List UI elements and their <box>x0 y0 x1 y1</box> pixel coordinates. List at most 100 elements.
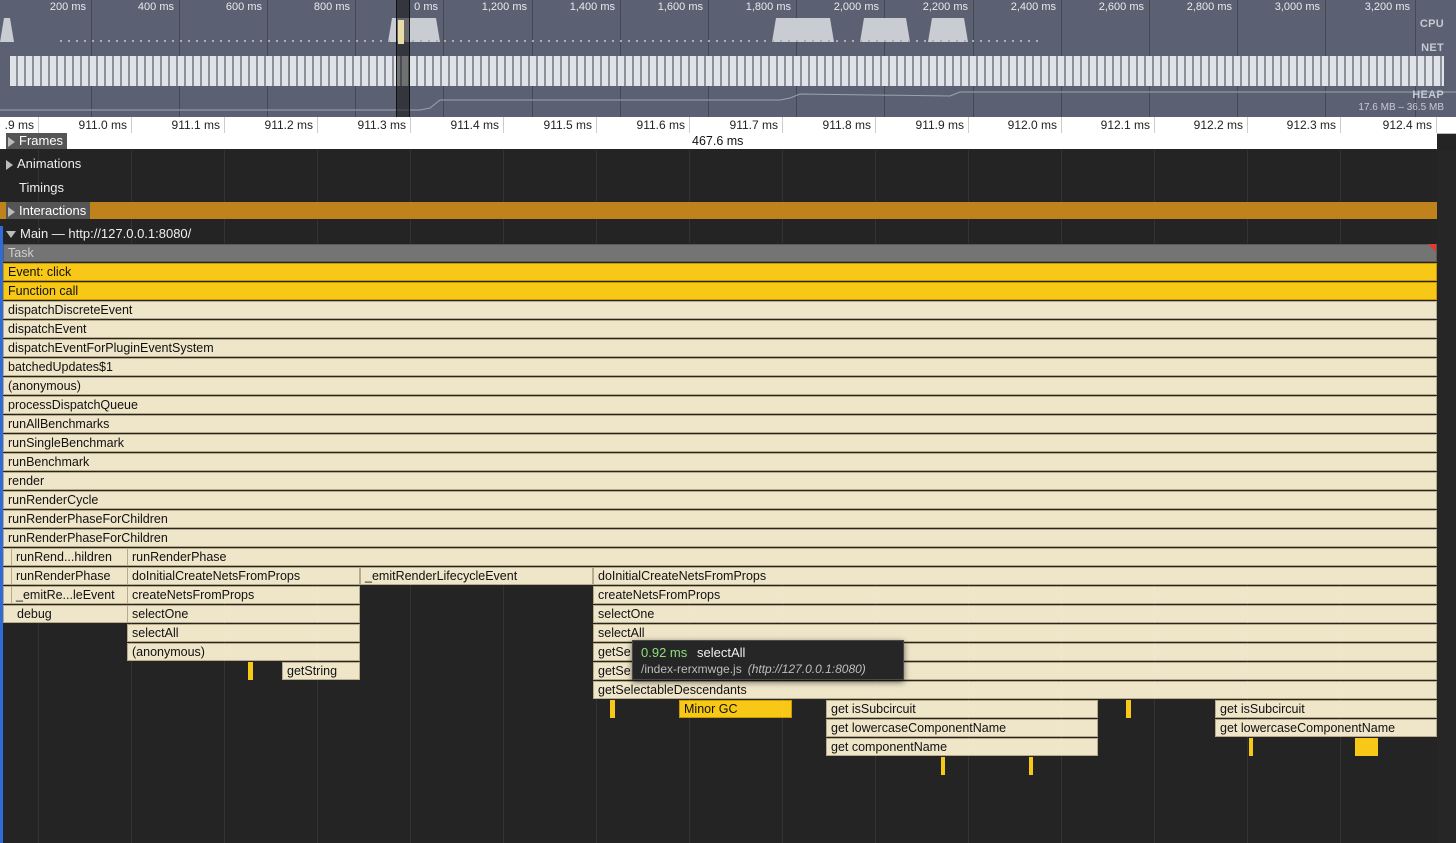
stack-frame[interactable]: getSelectableDescendants <box>593 681 1437 699</box>
stack-frame[interactable]: render <box>3 472 1437 490</box>
collapse-triangle-icon <box>6 231 16 239</box>
stack-frame[interactable]: dispatchDiscreteEvent <box>3 301 1437 319</box>
stack-frame[interactable]: get lowercaseComponentName <box>1215 719 1437 737</box>
stack-frame[interactable]: doInitialCreateNetsFromProps <box>593 567 1437 585</box>
stack-frame[interactable]: dispatchEvent <box>3 320 1437 338</box>
ruler-time-label: 912.4 ms <box>1382 118 1432 132</box>
network-strip <box>10 56 1444 86</box>
stack-frame[interactable]: debug <box>3 605 128 623</box>
stack-frame[interactable]: getString <box>282 662 360 680</box>
flame-gridline <box>410 585 411 843</box>
ruler-time-label: 911.0 ms <box>78 118 127 132</box>
interactions-toggle[interactable]: Interactions <box>6 202 91 219</box>
stack-frame[interactable]: selectOne <box>127 605 360 623</box>
stack-frame[interactable]: get isSubcircuit <box>826 700 1098 718</box>
animations-label: Animations <box>17 156 82 171</box>
frames-track[interactable]: Frames 467.6 ms <box>0 133 1437 149</box>
stack-frame[interactable]: get componentName <box>826 738 1098 756</box>
expand-triangle-icon <box>6 159 13 170</box>
track-gridline <box>968 150 969 243</box>
stack-frame[interactable]: runSingleBenchmark <box>3 434 1437 452</box>
stack-frame[interactable]: runRenderPhase <box>11 567 128 585</box>
stack-frame[interactable]: _emitRe...leEvent <box>11 586 128 604</box>
stack-frame[interactable]: (anonymous) <box>3 377 1437 395</box>
stack-frame[interactable]: selectAll <box>127 624 360 642</box>
selection-highlight <box>398 20 404 44</box>
ruler-tick <box>782 117 783 133</box>
function-call-block[interactable]: Function call <box>3 282 1437 300</box>
ruler-time-label: 911.9 ms <box>915 118 964 132</box>
track-gridline <box>503 150 504 243</box>
long-task-flag-icon <box>1428 244 1436 252</box>
small-event-block[interactable] <box>1126 700 1131 718</box>
cpu-graph <box>0 18 1040 42</box>
stack-frame[interactable]: doInitialCreateNetsFromProps <box>127 567 360 585</box>
task-block[interactable]: Task <box>3 244 1437 262</box>
stack-frame[interactable]: runRenderPhaseForChildren <box>3 510 1437 528</box>
main-thread-label: Main — http://127.0.0.1:8080/ <box>20 226 192 241</box>
small-event-block[interactable] <box>248 662 253 680</box>
stack-frame[interactable]: batchedUpdates$1 <box>3 358 1437 376</box>
ruler-tick <box>968 117 969 133</box>
ruler-time-label: 912.3 ms <box>1286 118 1336 132</box>
ruler-time-label: 911.3 ms <box>357 118 406 132</box>
flame-gridline <box>38 585 39 843</box>
ruler-tick <box>596 117 597 133</box>
time-ruler[interactable]: .9 ms 911.0 ms 911.1 ms 911.2 ms 911.3 ms 911… <box>0 117 1456 134</box>
stack-frame[interactable]: runRend...hildren <box>11 548 128 566</box>
flame-gridline <box>689 585 690 843</box>
net-lane-label: NET <box>1421 42 1444 54</box>
event-click-block[interactable]: Event: click <box>3 263 1437 281</box>
ruler-time-label: 911.2 ms <box>264 118 313 132</box>
flame-gridline <box>317 585 318 843</box>
stack-frame[interactable]: processDispatchQueue <box>3 396 1437 414</box>
tooltip-url: (http://127.0.0.1:8080) <box>747 662 866 676</box>
ruler-tick <box>1436 117 1437 133</box>
flame-gridline <box>131 585 132 843</box>
frames-track-toggle[interactable]: Frames <box>6 133 68 149</box>
main-thread-track[interactable]: Main — http://127.0.0.1:8080/ <box>6 226 191 241</box>
stack-frame[interactable]: runRenderCycle <box>3 491 1437 509</box>
stack-frame[interactable]: selectOne <box>593 605 1437 623</box>
ruler-tick <box>410 117 411 133</box>
vertical-scrollbar[interactable] <box>1437 150 1456 843</box>
stack-frame[interactable]: runRenderPhase <box>127 548 1437 566</box>
ruler-time-label: 911.7 ms <box>729 118 778 132</box>
stack-frame[interactable]: runRenderPhaseForChildren <box>3 529 1437 547</box>
stack-frame[interactable]: createNetsFromProps <box>593 586 1437 604</box>
heap-graph <box>0 91 1456 111</box>
cpu-lane-label: CPU <box>1419 18 1444 30</box>
stack-frame[interactable]: dispatchEventForPluginEventSystem <box>3 339 1437 357</box>
animations-track[interactable]: Animations <box>6 156 81 171</box>
small-event-block[interactable] <box>1355 738 1378 756</box>
stack-frame[interactable]: get isSubcircuit <box>1215 700 1437 718</box>
ruler-time-label: 911.1 ms <box>171 118 220 132</box>
small-event-block[interactable] <box>1029 757 1033 775</box>
stack-frame[interactable]: (anonymous) <box>127 643 360 661</box>
stack-frame[interactable]: runAllBenchmarks <box>3 415 1437 433</box>
stack-frame[interactable]: get lowercaseComponentName <box>826 719 1098 737</box>
stack-frame[interactable]: _emitRenderLifecycleEvent <box>360 567 593 585</box>
track-gridline <box>317 150 318 243</box>
flame-gridline <box>1154 585 1155 843</box>
stack-frame[interactable]: runBenchmark <box>3 453 1437 471</box>
heap-lane-label: HEAP <box>1412 89 1444 101</box>
stack-frame[interactable]: createNetsFromProps <box>127 586 360 604</box>
small-event-block[interactable] <box>610 700 615 718</box>
timings-label: Timings <box>19 180 65 195</box>
timings-track[interactable]: Timings <box>19 180 64 195</box>
timeline-overview[interactable]: 200 ms 400 ms 600 ms 800 ms 0 ms 1,200 ms 1,40… <box>0 0 1456 117</box>
selection-window[interactable] <box>396 0 410 117</box>
track-gridline <box>1061 150 1062 243</box>
ruler-time-label: 911.8 ms <box>822 118 871 132</box>
minor-gc-block[interactable]: Minor GC <box>679 700 792 718</box>
flame-gridline <box>875 585 876 843</box>
small-event-block[interactable] <box>1249 738 1253 756</box>
expand-triangle-icon <box>8 136 15 147</box>
ruler-time-label: 912.0 ms <box>1007 118 1057 132</box>
track-gridline <box>410 150 411 243</box>
small-event-block[interactable] <box>941 757 945 775</box>
interactions-track[interactable]: Interactions <box>0 202 1437 219</box>
interactions-label: Interactions <box>19 203 87 218</box>
track-gridline <box>689 150 690 243</box>
